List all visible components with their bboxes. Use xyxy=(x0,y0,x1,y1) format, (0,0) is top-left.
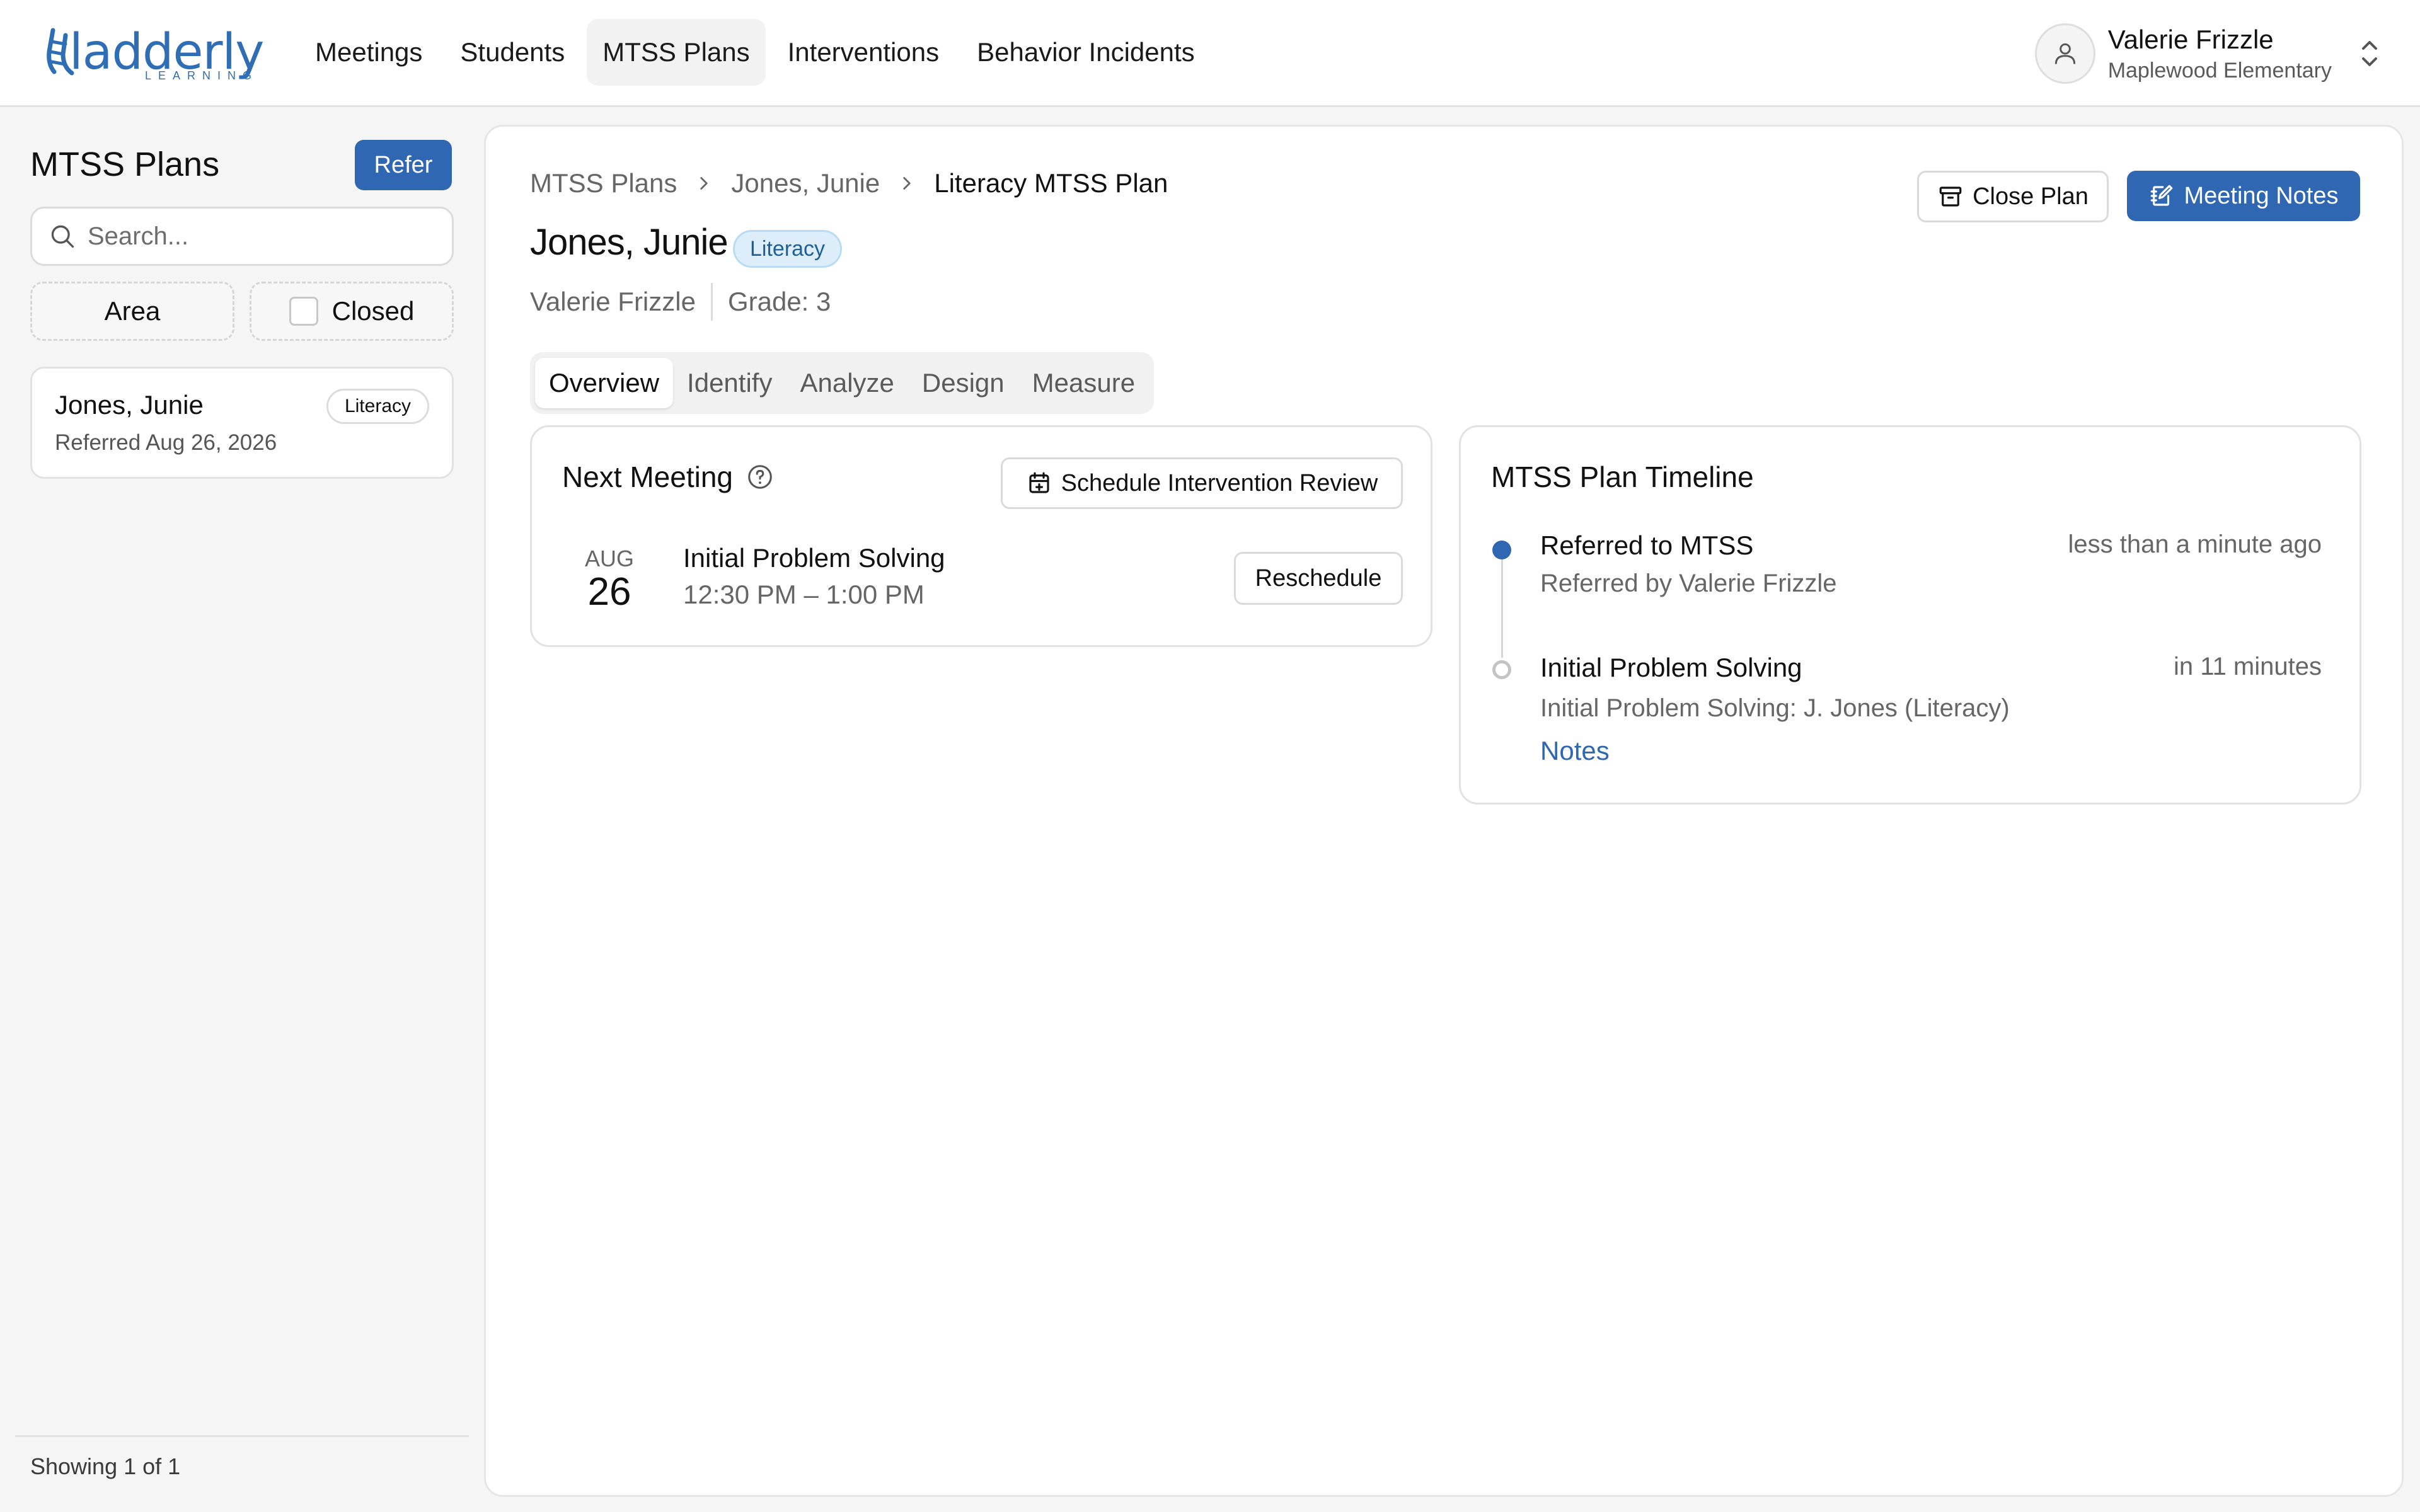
timeline-dot-upcoming xyxy=(1492,660,1511,679)
area-filter-button[interactable]: Area xyxy=(30,282,234,341)
student-meta: Valerie Frizzle Grade: 3 xyxy=(530,283,831,321)
help-circle-icon[interactable] xyxy=(746,462,775,491)
nav-behavior-incidents[interactable]: Behavior Incidents xyxy=(961,19,1211,86)
breadcrumb-current: Literacy MTSS Plan xyxy=(934,168,1168,198)
close-plan-label: Close Plan xyxy=(1973,183,2089,210)
user-icon xyxy=(2054,43,2075,64)
meeting-title: Initial Problem Solving xyxy=(683,543,945,573)
closed-checkbox[interactable] xyxy=(289,297,318,326)
meeting-month: AUG xyxy=(584,546,634,571)
nav-interventions[interactable]: Interventions xyxy=(772,19,955,86)
meeting-day: 26 xyxy=(587,570,631,614)
search-input[interactable] xyxy=(88,222,441,251)
timeline-event-subtitle: Referred by Valerie Frizzle xyxy=(1540,570,1837,597)
teacher-name: Valerie Frizzle xyxy=(530,287,696,316)
ladderly-logo[interactable]: ladderly LEARNING xyxy=(44,24,264,84)
search-field[interactable] xyxy=(30,207,454,266)
tab-design[interactable]: Design xyxy=(908,358,1018,408)
timeline-event-subtitle: Initial Problem Solving: J. Jones (Liter… xyxy=(1540,694,2010,722)
close-plan-button[interactable]: Close Plan xyxy=(1917,171,2109,222)
nav-meetings[interactable]: Meetings xyxy=(299,19,438,86)
breadcrumb: MTSS Plans Jones, Junie Literacy MTSS Pl… xyxy=(530,168,1168,198)
timeline-event-time: in 11 minutes xyxy=(2174,653,2322,680)
sidebar-title: MTSS Plans xyxy=(30,146,220,183)
plan-student-name: Jones, Junie xyxy=(55,390,204,420)
tab-measure[interactable]: Measure xyxy=(1018,358,1149,408)
timeline-connector xyxy=(1501,551,1503,658)
calendar-plus-icon xyxy=(1029,472,1049,493)
user-menu[interactable]: Valerie Frizzle Maplewood Elementary xyxy=(2034,19,2382,88)
timeline-event-time: less than a minute ago xyxy=(2068,530,2322,558)
timeline-title: MTSS Plan Timeline xyxy=(1491,461,1754,493)
nav-mtss-plans[interactable]: MTSS Plans xyxy=(587,19,766,86)
chevron-right-icon xyxy=(903,177,911,190)
plan-list-item[interactable]: Jones, Junie Literacy Referred Aug 26, 2… xyxy=(30,367,454,479)
logo-tagline: LEARNING xyxy=(145,69,259,82)
meeting-date: AUG 26 xyxy=(581,546,638,614)
plans-sidebar: MTSS Plans Refer Area Closed Jones, Juni… xyxy=(0,108,482,1512)
timeline-event-title: Initial Problem Solving xyxy=(1540,653,1802,682)
next-meeting-title: Next Meeting xyxy=(562,461,734,493)
nav-students[interactable]: Students xyxy=(444,19,580,86)
refer-button[interactable]: Refer xyxy=(355,140,452,190)
tab-overview[interactable]: Overview xyxy=(535,358,674,408)
area-filter-label: Area xyxy=(104,296,161,326)
breadcrumb-mtss-plans[interactable]: MTSS Plans xyxy=(530,168,677,198)
schedule-label: Schedule Intervention Review xyxy=(1061,469,1378,496)
plan-referred-date: Referred Aug 26, 2026 xyxy=(55,430,277,455)
chevron-right-icon xyxy=(700,177,708,190)
tab-identify[interactable]: Identify xyxy=(673,358,786,408)
plan-tabs: Overview Identify Analyze Design Measure xyxy=(530,352,1155,414)
next-meeting-card: Next Meeting Schedule Intervention Revie… xyxy=(530,425,1432,647)
meeting-notes-button[interactable]: Meeting Notes xyxy=(2127,171,2360,221)
avatar xyxy=(2034,23,2095,84)
main-nav: Meetings Students MTSS Plans Interventio… xyxy=(299,19,1211,86)
schedule-intervention-review-button[interactable]: Schedule Intervention Review xyxy=(1001,457,1403,509)
top-bar: ladderly LEARNING Meetings Students MTSS… xyxy=(0,0,2420,107)
tab-analyze[interactable]: Analyze xyxy=(786,358,908,408)
timeline-notes-link[interactable]: Notes xyxy=(1540,736,1610,766)
meta-divider xyxy=(710,283,713,321)
reschedule-button[interactable]: Reschedule xyxy=(1234,552,1403,605)
search-icon xyxy=(51,225,74,248)
area-badge: Literacy xyxy=(733,230,843,268)
closed-filter-label: Closed xyxy=(331,296,415,326)
chevron-up-down-icon[interactable] xyxy=(2357,35,2382,72)
grade-label: Grade: 3 xyxy=(727,287,831,316)
meeting-time: 12:30 PM – 1:00 PM xyxy=(683,580,925,609)
breadcrumb-student[interactable]: Jones, Junie xyxy=(731,168,880,198)
timeline-dot-complete xyxy=(1492,541,1511,559)
archive-icon xyxy=(1939,186,1962,207)
user-name: Valerie Frizzle xyxy=(2107,24,2274,54)
timeline-event-title: Referred to MTSS xyxy=(1540,530,1754,560)
plan-area-badge: Literacy xyxy=(326,389,429,424)
user-school: Maplewood Elementary xyxy=(2107,58,2332,83)
closed-filter-toggle[interactable]: Closed xyxy=(250,282,454,341)
list-count: Showing 1 of 1 xyxy=(15,1435,469,1496)
plan-timeline-card: MTSS Plan Timeline Referred to MTSS less… xyxy=(1459,425,2361,805)
notebook-pen-icon xyxy=(2151,185,2173,206)
meeting-notes-label: Meeting Notes xyxy=(2184,182,2339,209)
page-title: Jones, Junie xyxy=(530,222,729,263)
plan-detail-panel: MTSS Plans Jones, Junie Literacy MTSS Pl… xyxy=(484,125,2404,1497)
